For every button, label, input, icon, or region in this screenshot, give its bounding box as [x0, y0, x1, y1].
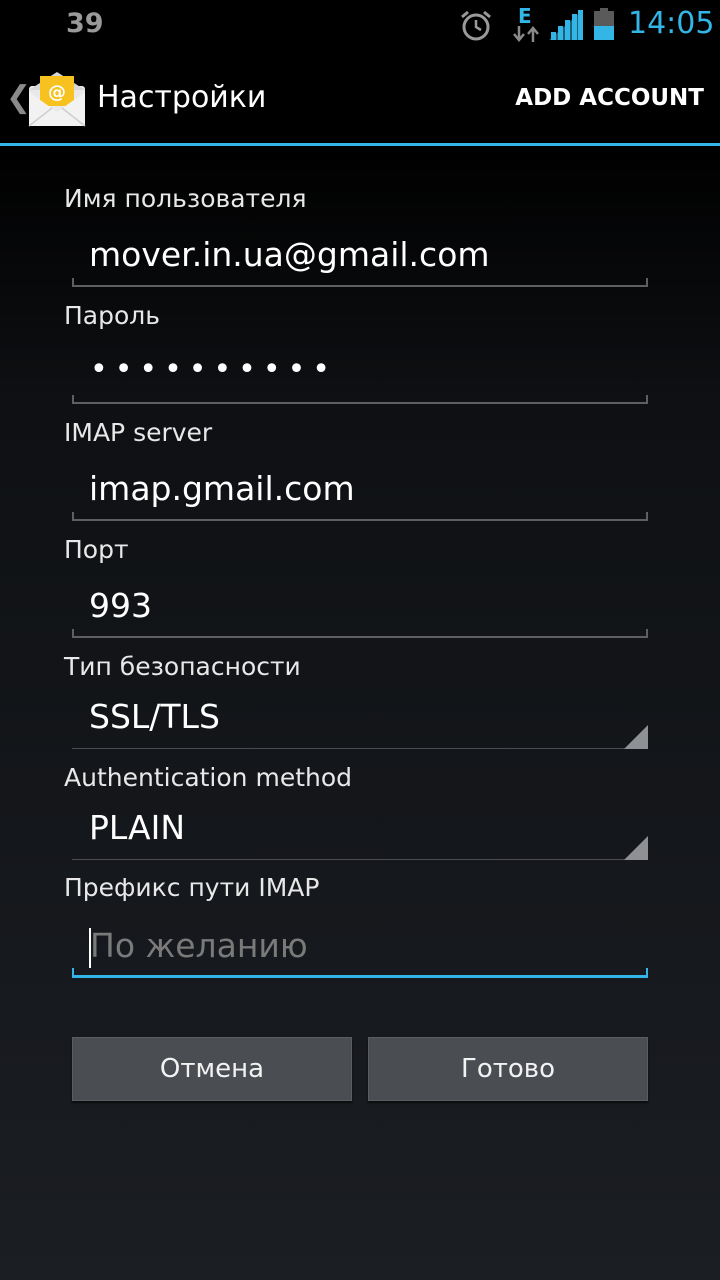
cancel-button[interactable]: Отмена — [72, 1037, 352, 1101]
svg-text:@: @ — [48, 82, 66, 103]
add-account-button[interactable]: ADD ACCOUNT — [515, 85, 704, 111]
imap-server-value: imap.gmail.com — [89, 469, 355, 508]
username-field[interactable]: mover.in.ua@gmail.com — [72, 227, 648, 287]
auth-method-label: Authentication method — [64, 763, 353, 792]
imap-server-field[interactable]: imap.gmail.com — [72, 461, 648, 521]
username-label: Имя пользователя — [64, 184, 307, 213]
page-title: Настройки — [97, 80, 267, 115]
auth-method-spinner[interactable]: PLAIN — [72, 800, 648, 860]
battery-icon — [594, 8, 614, 40]
notification-count: 39 — [66, 8, 104, 39]
password-label: Пароль — [64, 301, 160, 330]
imap-prefix-label: Префикс пути IMAP — [64, 873, 320, 902]
status-bar: 39 E 14:05 — [0, 0, 720, 50]
alarm-icon — [461, 10, 491, 41]
username-value: mover.in.ua@gmail.com — [89, 235, 490, 274]
port-label: Порт — [64, 535, 129, 564]
mobile-data-icon: E — [512, 4, 542, 44]
port-value: 993 — [89, 586, 152, 625]
imap-prefix-placeholder: По желанию — [90, 926, 308, 965]
port-field[interactable]: 993 — [72, 578, 648, 638]
security-type-spinner[interactable]: SSL/TLS — [72, 689, 648, 749]
security-type-label: Тип безопасности — [64, 652, 301, 681]
password-field[interactable]: •••••••••• — [72, 344, 648, 404]
action-bar-divider — [0, 143, 720, 146]
imap-server-label: IMAP server — [64, 418, 213, 447]
password-value: •••••••••• — [90, 352, 337, 387]
done-button[interactable]: Готово — [368, 1037, 648, 1101]
signal-strength-icon — [549, 10, 583, 40]
clock: 14:05 — [628, 6, 715, 41]
action-bar: ❮ @ Настройки ADD ACCOUNT — [0, 50, 720, 146]
security-type-value: SSL/TLS — [89, 697, 220, 736]
text-cursor — [89, 928, 91, 968]
dropdown-corner-icon — [624, 836, 648, 860]
auth-method-value: PLAIN — [89, 808, 186, 847]
imap-prefix-field[interactable]: По желанию — [72, 918, 648, 978]
email-app-icon[interactable]: @ — [26, 68, 88, 128]
dropdown-corner-icon — [624, 725, 648, 749]
